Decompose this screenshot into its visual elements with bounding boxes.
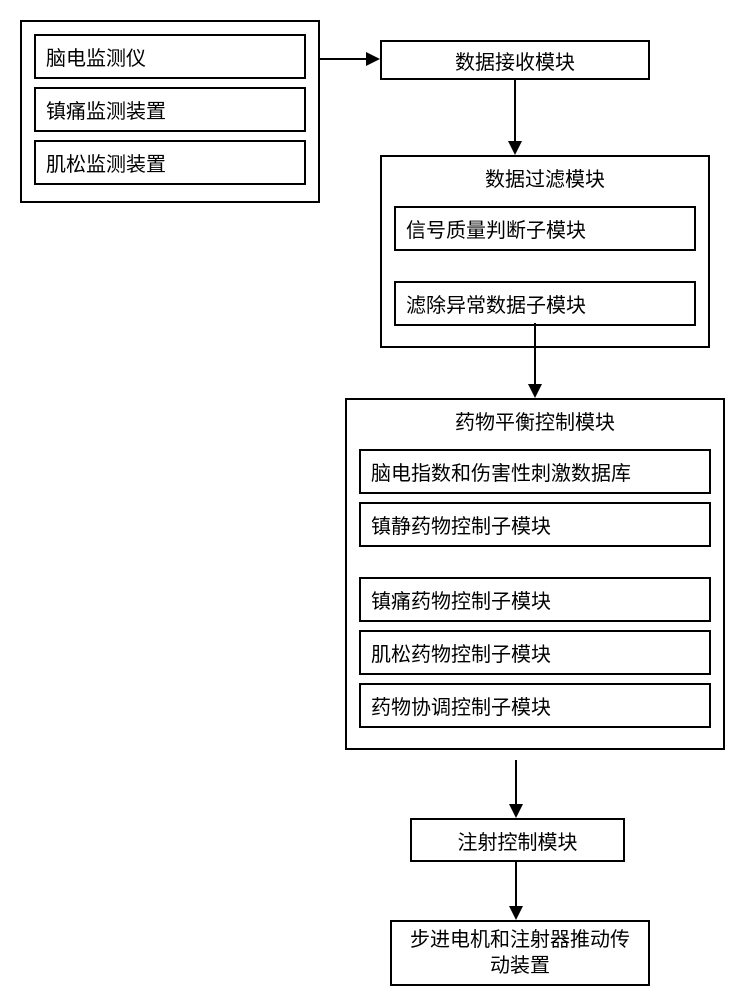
arrow-drug-inject [515, 760, 517, 805]
arrow-monitors-receive [320, 58, 368, 60]
stepper-motor-label: 步进电机和注射器推动传动装置 [402, 927, 638, 979]
analgesia-monitor: 镇痛监测装置 [34, 87, 306, 132]
injection-control-module: 注射控制模块 [410, 818, 625, 862]
arrow-receive-filter [514, 80, 516, 142]
signal-quality-submodule: 信号质量判断子模块 [394, 206, 696, 251]
arrowhead-monitors-receive [366, 52, 380, 66]
data-receive-module: 数据接收模块 [380, 40, 650, 80]
arrowhead-filter-drug [528, 384, 542, 398]
data-filter-module: 数据过滤模块 信号质量判断子模块 滤除异常数据子模块 [380, 155, 710, 348]
drug-coordination-submodule: 药物协调控制子模块 [359, 683, 711, 728]
muscle-relaxation-monitor: 肌松监测装置 [34, 140, 306, 185]
data-filter-title: 数据过滤模块 [382, 157, 708, 198]
analgesic-control-submodule: 镇痛药物控制子模块 [359, 577, 711, 622]
arrow-inject-stepper [515, 862, 517, 907]
arrow-filter-drug [534, 323, 536, 385]
arrowhead-inject-stepper [509, 906, 523, 920]
remove-abnormal-submodule: 滤除异常数据子模块 [394, 281, 696, 326]
arrowhead-drug-inject [509, 804, 523, 818]
eeg-stimulus-database: 脑电指数和伤害性刺激数据库 [359, 449, 711, 494]
sedative-control-submodule: 镇静药物控制子模块 [359, 502, 711, 547]
muscle-relaxant-control-submodule: 肌松药物控制子模块 [359, 630, 711, 675]
drug-balance-title: 药物平衡控制模块 [347, 400, 723, 441]
data-receive-label: 数据接收模块 [455, 46, 575, 75]
stepper-motor-module: 步进电机和注射器推动传动装置 [390, 920, 650, 986]
monitors-group: 脑电监测仪 镇痛监测装置 肌松监测装置 [20, 20, 320, 203]
eeg-monitor: 脑电监测仪 [34, 34, 306, 79]
drug-balance-module: 药物平衡控制模块 脑电指数和伤害性刺激数据库 镇静药物控制子模块 镇痛药物控制子… [345, 398, 725, 750]
arrowhead-receive-filter [508, 141, 522, 155]
injection-control-label: 注射控制模块 [458, 826, 578, 855]
